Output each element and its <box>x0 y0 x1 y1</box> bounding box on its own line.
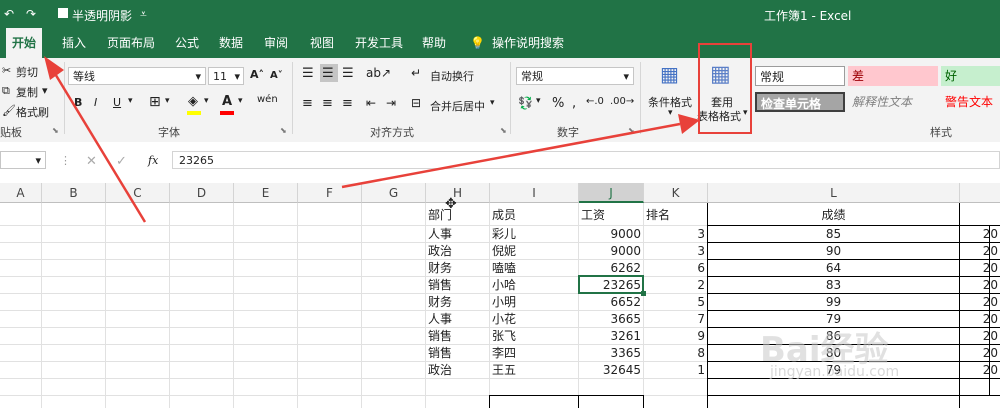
annotation-arrows <box>44 56 700 223</box>
arrow-to-home-tab <box>44 56 147 223</box>
arrow-to-format-table <box>341 114 700 189</box>
